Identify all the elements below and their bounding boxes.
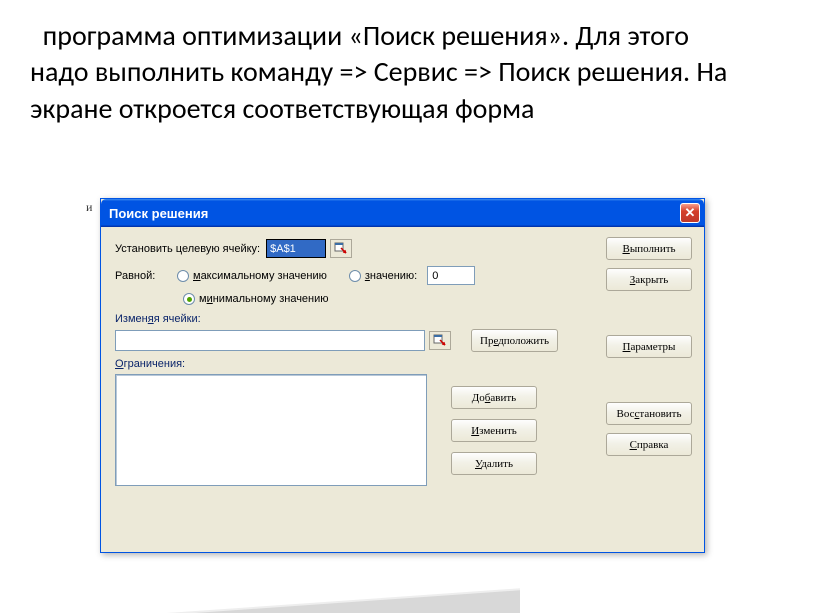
titlebar[interactable]: Поиск решения ✕	[101, 199, 704, 227]
collapse-dialog-icon[interactable]	[429, 331, 451, 350]
change-button[interactable]: Изменить	[451, 419, 537, 442]
radio-max-label: максимальному значению	[193, 270, 327, 282]
dialog-title: Поиск решения	[109, 206, 680, 221]
radio-min[interactable]	[183, 293, 195, 305]
target-cell-label: Установить целевую ячейку:	[115, 243, 260, 255]
radio-max[interactable]	[177, 270, 189, 282]
solver-dialog: Поиск решения ✕ Установить целевую ячейк…	[100, 198, 705, 553]
add-button[interactable]: Добавить	[451, 386, 537, 409]
delete-button[interactable]: Удалить	[451, 452, 537, 475]
background-fragment: и	[86, 200, 92, 215]
collapse-dialog-icon[interactable]	[330, 239, 352, 258]
params-button[interactable]: Параметры	[606, 335, 692, 358]
value-input[interactable]	[427, 266, 475, 285]
close-button[interactable]: Закрыть	[606, 268, 692, 291]
slide-decoration	[0, 553, 520, 613]
equal-label: Равной:	[115, 270, 169, 282]
radio-value-label: значению:	[365, 270, 417, 282]
restore-button[interactable]: Восстановить	[606, 402, 692, 425]
execute-button[interactable]: Выполнить	[606, 237, 692, 260]
constraints-list[interactable]	[115, 374, 427, 486]
slide-description: программа оптимизации «Поиск решения». Д…	[30, 18, 750, 127]
changing-cells-input[interactable]	[115, 330, 425, 351]
close-icon[interactable]: ✕	[680, 203, 700, 223]
radio-min-label: минимальному значению	[199, 293, 329, 305]
suggest-button[interactable]: Предположить	[471, 329, 558, 352]
target-cell-input[interactable]	[266, 239, 326, 258]
help-button[interactable]: Справка	[606, 433, 692, 456]
radio-value[interactable]	[349, 270, 361, 282]
